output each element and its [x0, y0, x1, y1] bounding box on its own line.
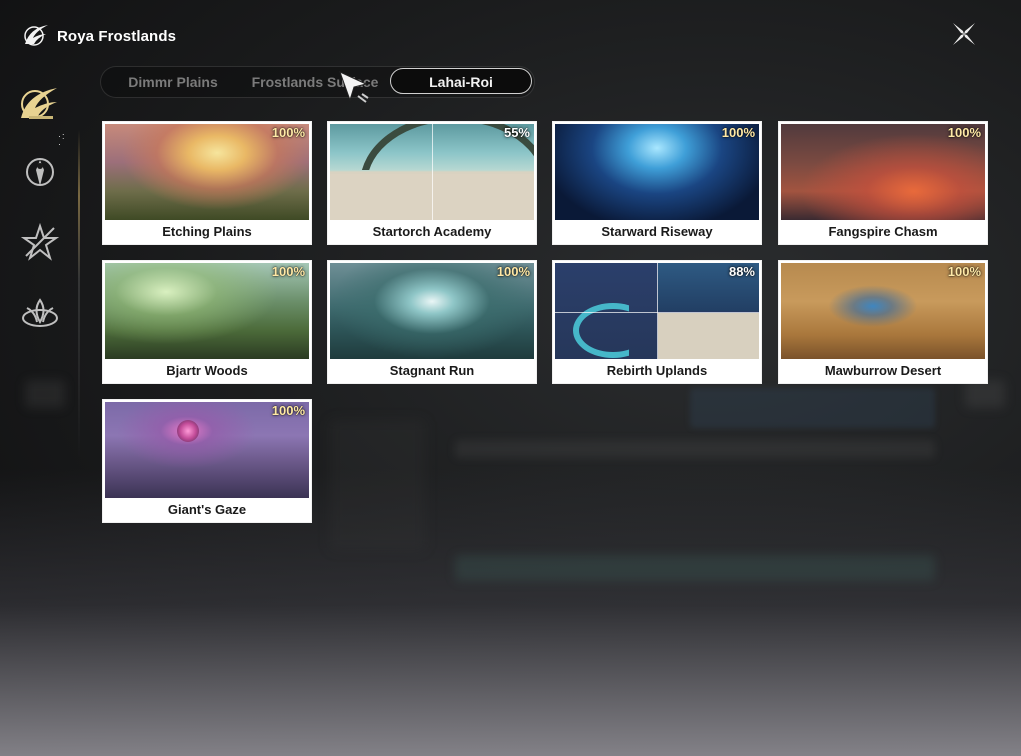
tab-lahai-roi[interactable]: Lahai-Roi	[390, 68, 532, 94]
region-tabs: Dimmr Plains Frostlands Surface Lahai-Ro…	[100, 66, 535, 98]
sidebar-item-lotus[interactable]	[16, 290, 64, 338]
region-name: Fangspire Chasm	[828, 224, 938, 239]
region-name: Etching Plains	[162, 224, 252, 239]
exploration-progress: 100%	[947, 264, 981, 279]
exploration-progress: 100%	[271, 125, 305, 140]
mouse-cursor-icon	[338, 70, 372, 106]
region-card-giants-gaze[interactable]: 100% Giant's Gaze	[102, 399, 312, 523]
sidebar-item-figure[interactable]	[16, 148, 64, 196]
exploration-progress: 100%	[271, 403, 305, 418]
region-name: Stagnant Run	[389, 363, 475, 378]
region-name: Bjartr Woods	[166, 363, 248, 378]
region-card-bjartr-woods[interactable]: 100% Bjartr Woods	[102, 260, 312, 384]
region-card-starward-riseway[interactable]: 100% Starward Riseway	[552, 121, 762, 245]
region-card-rebirth-uplands[interactable]: 88% Rebirth Uplands	[552, 260, 762, 384]
lotus-crest-icon	[22, 298, 58, 327]
sidebar: ·: ·	[0, 60, 90, 700]
region-name: Rebirth Uplands	[606, 363, 708, 378]
region-name: Mawburrow Desert	[824, 363, 942, 378]
region-name: Starward Riseway	[601, 224, 713, 239]
region-grid: 100% Etching Plains 55% Startorch Academ…	[102, 121, 988, 525]
exploration-progress: 55%	[503, 125, 530, 140]
region-card-mawburrow-desert[interactable]: 100% Mawburrow Desert	[778, 260, 988, 384]
roya-emblem-icon	[21, 88, 57, 119]
region-card-fangspire-chasm[interactable]: 100% Fangspire Chasm	[778, 121, 988, 245]
exploration-progress: 100%	[947, 125, 981, 140]
star-emblem-icon	[20, 222, 60, 261]
region-card-stagnant-run[interactable]: 100% Stagnant Run	[327, 260, 537, 384]
sidebar-dots-decoration: ·: ·	[58, 131, 66, 149]
region-name: Startorch Academy	[372, 224, 492, 239]
close-icon	[953, 23, 975, 45]
region-card-startorch-academy[interactable]: 55% Startorch Academy	[327, 121, 537, 245]
background-panel	[455, 555, 935, 581]
exploration-progress: 88%	[728, 264, 755, 279]
close-button[interactable]	[946, 16, 982, 52]
page-title: Roya Frostlands	[57, 28, 177, 45]
exploration-progress: 100%	[271, 264, 305, 279]
exploration-progress: 100%	[721, 125, 755, 140]
sidebar-item-star[interactable]	[16, 218, 64, 266]
figure-crest-icon	[26, 158, 54, 186]
tab-dimmr-plains[interactable]: Dimmr Plains	[115, 67, 231, 97]
sidebar-rail	[78, 130, 80, 460]
region-name: Giant's Gaze	[167, 502, 247, 517]
exploration-progress: 100%	[496, 264, 530, 279]
sidebar-item-roya[interactable]	[16, 80, 64, 128]
roya-logo-icon	[22, 22, 52, 50]
region-card-etching-plains[interactable]: 100% Etching Plains	[102, 121, 312, 245]
